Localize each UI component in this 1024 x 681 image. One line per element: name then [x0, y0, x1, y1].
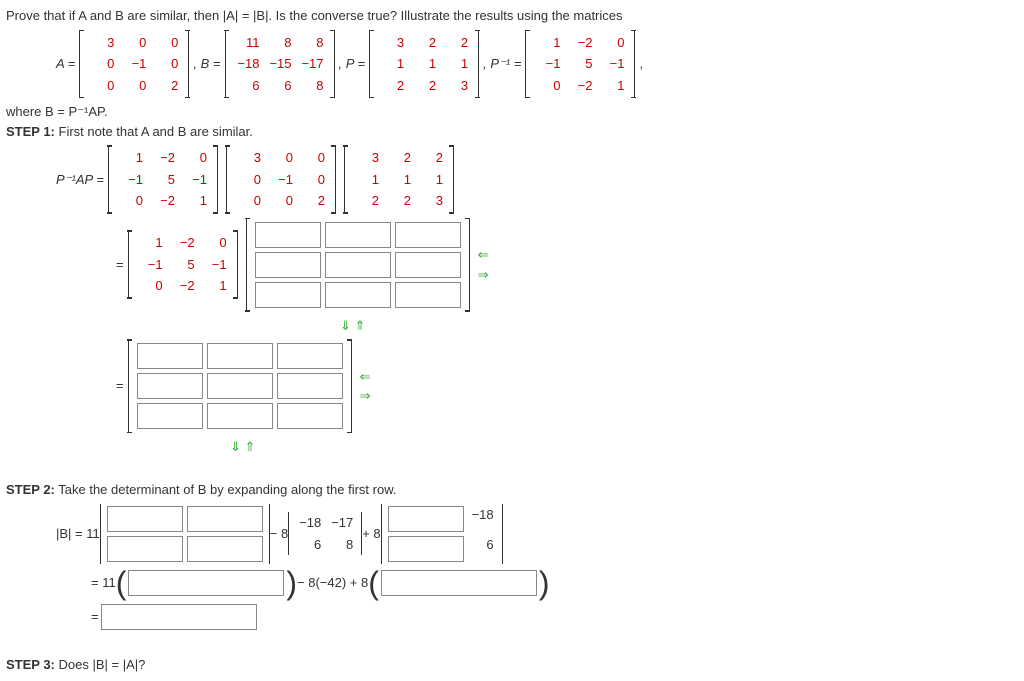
- m2-r3c3[interactable]: [277, 403, 343, 429]
- m2-r3c1[interactable]: [137, 403, 203, 429]
- d3a[interactable]: [388, 506, 464, 532]
- m2-r2c3[interactable]: [277, 373, 343, 399]
- m1-r3c2[interactable]: [325, 282, 391, 308]
- given-matrices: A = 300 0−10 002 , B = 1188 −18−15−17 66…: [6, 30, 1018, 99]
- m2-r3c2[interactable]: [207, 403, 273, 429]
- m1-r3c1[interactable]: [255, 282, 321, 308]
- d1b[interactable]: [187, 506, 263, 532]
- step-2: STEP 2: Take the determinant of B by exp…: [6, 480, 1018, 500]
- problem-statement: Prove that if A and B are similar, then …: [6, 6, 1018, 26]
- m2-r2c1[interactable]: [137, 373, 203, 399]
- intermediate-2: = ⇐⇒: [6, 339, 1018, 433]
- d1a[interactable]: [107, 506, 183, 532]
- m2-r1c2[interactable]: [207, 343, 273, 369]
- row-arrows-2[interactable]: ⇐⇒: [360, 367, 371, 406]
- m1-r1c2[interactable]: [325, 222, 391, 248]
- d1d[interactable]: [187, 536, 263, 562]
- d-paren1[interactable]: [128, 570, 284, 596]
- det-line2: = 11() − 8(−42) + 8(): [6, 568, 1018, 598]
- d-paren2[interactable]: [381, 570, 537, 596]
- det-result[interactable]: [101, 604, 257, 630]
- pap-row: P⁻¹AP = 1−20 −15−1 0−21 300 0−10 002 322…: [6, 145, 1018, 214]
- m2-r1c3[interactable]: [277, 343, 343, 369]
- m2-r2c2[interactable]: [207, 373, 273, 399]
- step-1: STEP 1: First note that A and B are simi…: [6, 122, 1018, 142]
- intermediate-1: = 1−20 −15−1 0−21 ⇐⇒: [6, 218, 1018, 312]
- det-line3: =: [6, 602, 1018, 632]
- m2-r1c1[interactable]: [137, 343, 203, 369]
- m1-r2c3[interactable]: [395, 252, 461, 278]
- m1-r1c3[interactable]: [395, 222, 461, 248]
- where-text: where B = P⁻¹AP.: [6, 102, 1018, 122]
- d3c[interactable]: [388, 536, 464, 562]
- col-arrows-2[interactable]: ⇓ ⇑: [230, 437, 255, 457]
- det-expansion: |B| = 11 − 8 −18−17 68 + 8 −18 6: [6, 504, 1018, 564]
- m1-r2c2[interactable]: [325, 252, 391, 278]
- row-arrows-1[interactable]: ⇐⇒: [478, 245, 489, 284]
- m1-r1c1[interactable]: [255, 222, 321, 248]
- m1-r3c3[interactable]: [395, 282, 461, 308]
- d1c[interactable]: [107, 536, 183, 562]
- col-arrows-1[interactable]: ⇓ ⇑: [340, 316, 365, 336]
- m1-r2c1[interactable]: [255, 252, 321, 278]
